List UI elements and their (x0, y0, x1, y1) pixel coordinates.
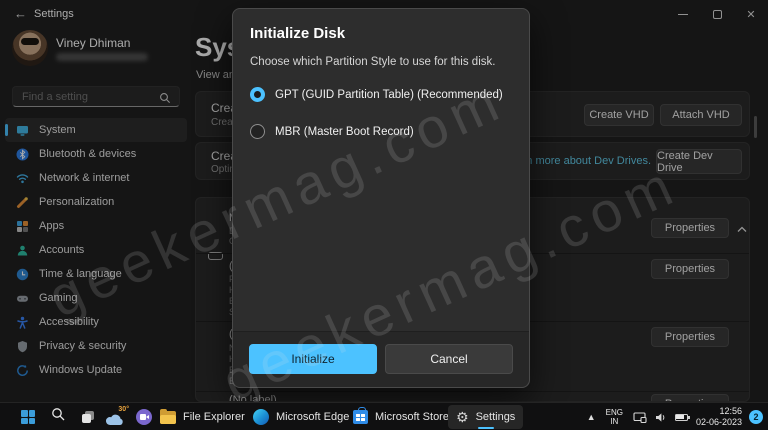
video-chat-icon (136, 409, 152, 425)
taskbar-clock[interactable]: 12:56 02-06-2023 (696, 406, 742, 428)
edge-icon (253, 409, 269, 425)
weather-cloud-icon: 30° (105, 406, 129, 427)
weather-temp: 30° (118, 406, 129, 413)
dialog-footer: Initialize Cancel (233, 331, 529, 387)
taskbar: 30° File Explorer Microsoft Edge Microso… (0, 402, 768, 430)
language-line2: IN (610, 417, 619, 426)
task-view-icon (82, 411, 94, 423)
taskbar-app-label: Microsoft Store (375, 411, 449, 423)
language-indicator[interactable]: ENG IN (606, 408, 623, 426)
volume-icon[interactable] (655, 412, 667, 423)
dialog-title: Initialize Disk (250, 25, 346, 42)
windows-logo-icon (21, 410, 35, 424)
search-icon (51, 407, 66, 427)
taskbar-search-button[interactable] (45, 403, 71, 430)
start-button[interactable] (15, 403, 41, 430)
battery-icon[interactable] (674, 413, 690, 421)
folder-icon (160, 408, 176, 424)
taskbar-app-label: File Explorer (183, 411, 245, 423)
store-icon (353, 407, 368, 424)
notification-badge[interactable]: 2 (749, 410, 763, 424)
radio-unselected-icon[interactable] (250, 124, 265, 139)
taskbar-app-label: Microsoft Edge (276, 411, 350, 423)
initialize-button[interactable]: Initialize (249, 344, 377, 374)
radio-label: GPT (GUID Partition Table) (Recommended) (275, 88, 503, 101)
system-tray: ▲ ENG IN 12:56 02-06-2023 2 (587, 403, 768, 430)
taskbar-app-edge[interactable]: Microsoft Edge (245, 405, 357, 429)
dialog-body-text: Choose which Partition Style to use for … (250, 56, 496, 68)
time-text: 12:56 (719, 406, 742, 416)
language-line1: ENG (605, 408, 623, 417)
settings-window: ← Settings ✕ Viney Dhiman System Bluetoo… (0, 0, 768, 430)
taskbar-app-file-explorer[interactable]: File Explorer (152, 405, 253, 429)
radio-selected-icon[interactable] (250, 87, 265, 102)
taskbar-app-settings[interactable]: ⚙ Settings (448, 405, 524, 429)
taskbar-app-store[interactable]: Microsoft Store (345, 405, 457, 429)
gear-icon: ⚙ (456, 409, 469, 425)
initialize-disk-dialog: Initialize Disk Choose which Partition S… (232, 8, 530, 388)
radio-option-gpt[interactable]: GPT (GUID Partition Table) (Recommended) (250, 87, 503, 102)
cancel-button[interactable]: Cancel (385, 344, 513, 374)
task-view-button[interactable] (75, 403, 101, 430)
radio-option-mbr[interactable]: MBR (Master Boot Record) (250, 124, 414, 139)
weather-widget[interactable]: 30° (103, 403, 129, 430)
date-text: 02-06-2023 (695, 417, 742, 427)
taskbar-app-label: Settings (475, 411, 516, 423)
radio-label: MBR (Master Boot Record) (275, 125, 414, 138)
tray-chevron-up-icon[interactable]: ▲ (587, 412, 596, 422)
cast-screen-icon[interactable] (633, 411, 647, 423)
